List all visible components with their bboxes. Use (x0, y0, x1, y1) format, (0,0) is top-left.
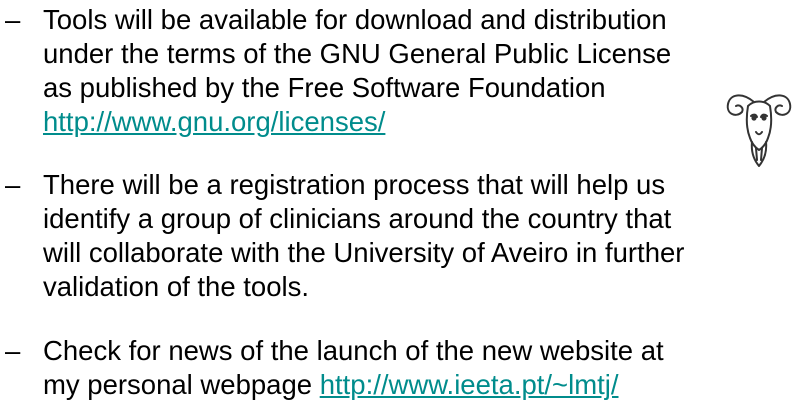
bullet-dash: – (5, 169, 21, 200)
news-line-2: my personal webpage (43, 369, 320, 400)
bullet-news: – Check for news of the launch of the ne… (0, 334, 790, 402)
gnu-licenses-link[interactable]: http://www.gnu.org/licenses/ (43, 106, 385, 137)
bullet-registration: – There will be a registration process t… (0, 168, 790, 304)
license-line-3: as published by the Free Software Founda… (43, 72, 606, 103)
bullet-license: – Tools will be available for download a… (0, 3, 790, 139)
license-line-2: under the terms of the GNU General Publi… (43, 38, 672, 69)
registration-line-4: validation of the tools. (43, 271, 310, 302)
bullet-dash: – (5, 4, 21, 35)
registration-line-3: will collaborate with the University of … (43, 237, 685, 268)
bullet-dash: – (5, 335, 21, 366)
slide: – Tools will be available for download a… (0, 0, 795, 403)
license-line-1: Tools will be available for download and… (43, 4, 667, 35)
registration-line-2: identify a group of clinicians around th… (43, 203, 672, 234)
gnu-head-icon (726, 94, 792, 167)
news-line-1: Check for news of the launch of the new … (43, 335, 664, 366)
registration-line-1: There will be a registration process tha… (43, 169, 666, 200)
personal-webpage-link[interactable]: http://www.ieeta.pt/~lmtj/ (320, 369, 619, 400)
